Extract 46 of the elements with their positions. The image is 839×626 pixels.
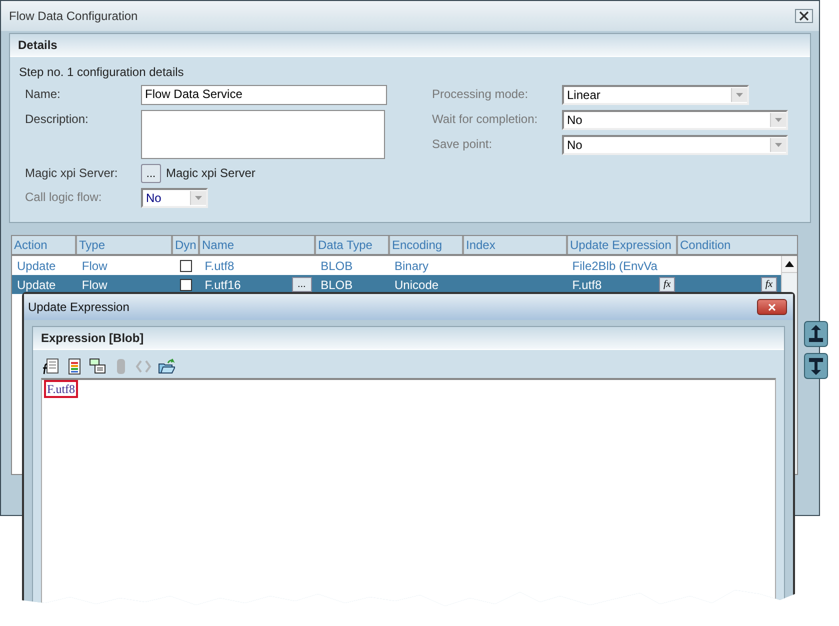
checkbox[interactable]: [180, 278, 192, 290]
table-row[interactable]: Update Flow F.utf16 ... BLOB Unicode F.utf8 fx fx: [12, 275, 781, 294]
function-button[interactable]: fx: [659, 277, 676, 292]
field-label: Magic xpi Server:: [25, 165, 119, 180]
table-cell: F.utf16: [204, 278, 241, 292]
section-header: Details: [10, 34, 810, 57]
field-label: Call logic flow:: [25, 189, 103, 204]
move-down-icon[interactable]: [804, 353, 828, 379]
close-icon[interactable]: [795, 9, 813, 23]
server-name: Magic xpi Server: [166, 165, 256, 180]
open-folder-icon[interactable]: [158, 358, 175, 375]
table-cell: File2Blb (EnvVa: [572, 258, 658, 272]
browse-button[interactable]: ...: [292, 277, 312, 292]
table-cell: Binary: [394, 258, 429, 272]
table-cell: Update: [17, 278, 56, 292]
table-cell: F.utf8: [572, 278, 602, 292]
field-label: Save point:: [432, 136, 494, 151]
table-cell: BLOB: [320, 278, 353, 292]
table-cell: Unicode: [394, 278, 439, 292]
function-icon[interactable]: [43, 358, 60, 375]
dialog-title: Update Expression: [28, 300, 130, 314]
text-area[interactable]: [141, 110, 385, 159]
section-header: Expression [Blob]: [33, 327, 784, 350]
table-cell: Flow: [82, 278, 108, 292]
color-list-icon[interactable]: [66, 358, 83, 375]
expression-text: F.utf8: [44, 380, 78, 398]
window-title: Flow Data Configuration: [9, 9, 138, 23]
table-cell: BLOB: [320, 258, 353, 272]
field-label: Description:: [25, 111, 90, 126]
browse-button[interactable]: ...: [141, 164, 161, 183]
field-label: Name:: [25, 86, 62, 101]
function-button[interactable]: fx: [761, 277, 777, 292]
field-label: Processing mode:: [432, 86, 530, 101]
tree-view-icon[interactable]: [89, 358, 106, 375]
step-text: Step no. 1 configuration details: [18, 64, 185, 79]
table-cell: Update: [17, 258, 56, 272]
scroll-up-button[interactable]: [782, 256, 797, 273]
table-cell: F.utf8: [204, 258, 234, 272]
table-row[interactable]: Update Flow F.utf8 BLOB Binary File2Blb (EnvVa: [12, 256, 781, 275]
table-cell: Flow: [82, 258, 108, 272]
arrow-up-icon: [785, 261, 794, 267]
checkbox[interactable]: [180, 260, 192, 272]
move-up-icon[interactable]: [804, 321, 828, 347]
input-field[interactable]: Flow Data Service: [141, 85, 387, 105]
field-label: Wait for completion:: [432, 111, 539, 126]
close-button[interactable]: ×: [757, 299, 787, 315]
